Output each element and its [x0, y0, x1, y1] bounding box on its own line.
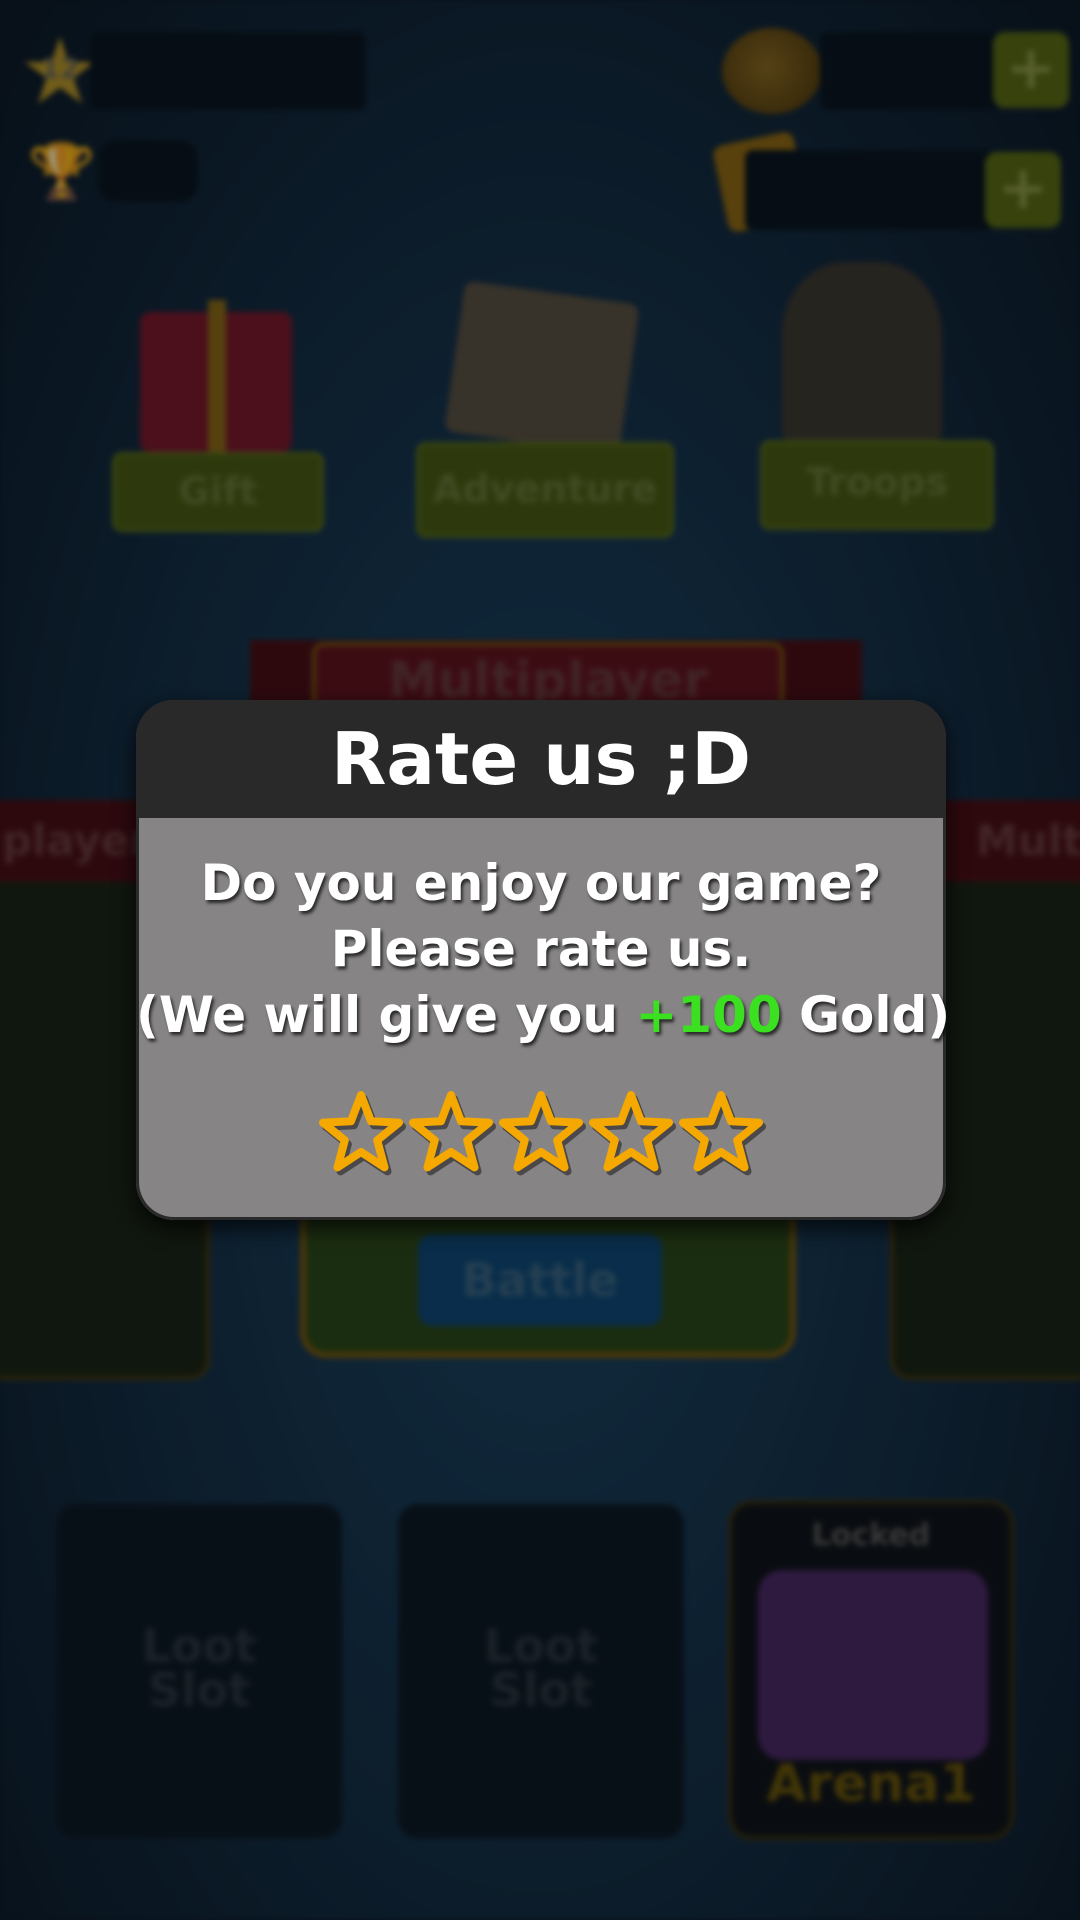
star-2-button[interactable]: [406, 1088, 496, 1178]
message-line-3-prefix: (We will give you: [136, 986, 636, 1044]
message-line-2: Please rate us.: [330, 920, 752, 978]
message-line-1: Do you enjoy our game?: [200, 854, 882, 912]
rate-us-dialog: Rate us ;D Do you enjoy our game? Please…: [136, 700, 946, 1220]
star-outline-icon: [679, 1091, 766, 1176]
star-outline-icon: [499, 1091, 586, 1176]
star-1-button[interactable]: [316, 1088, 406, 1178]
star-outline-icon: [589, 1091, 676, 1176]
gold-bonus-amount: +100: [635, 986, 782, 1044]
message-line-3: (We will give you +100 Gold): [136, 982, 946, 1048]
star-outline-icon: [409, 1091, 496, 1176]
dialog-title: Rate us ;D: [136, 700, 946, 818]
star-5-button[interactable]: [676, 1088, 766, 1178]
star-4-button[interactable]: [586, 1088, 676, 1178]
star-3-button[interactable]: [496, 1088, 586, 1178]
star-outline-icon: [319, 1091, 406, 1176]
star-rating: [136, 1088, 946, 1178]
message-line-3-suffix: Gold): [781, 986, 946, 1044]
dialog-message: Do you enjoy our game? Please rate us. (…: [136, 850, 946, 1048]
